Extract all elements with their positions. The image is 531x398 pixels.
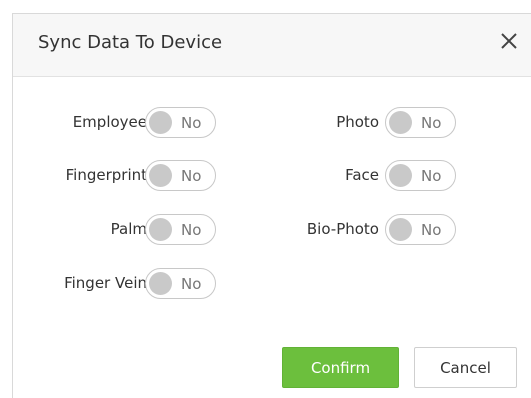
bio-photo-label: Bio-Photo — [306, 220, 379, 238]
photo-toggle[interactable]: No — [385, 107, 456, 138]
toggle-state: No — [181, 221, 202, 239]
toggle-state: No — [181, 275, 202, 293]
toggle-state: No — [421, 114, 442, 132]
fingerprint-label: Fingerprint — [65, 166, 147, 184]
finger-vein-toggle[interactable]: No — [145, 268, 216, 299]
toggle-state: No — [421, 221, 442, 239]
sync-data-dialog: Sync Data To Device Employee No Photo No… — [12, 13, 531, 398]
photo-label: Photo — [336, 113, 379, 131]
dialog-title: Sync Data To Device — [38, 32, 223, 53]
toggle-knob — [149, 111, 172, 134]
fingerprint-toggle[interactable]: No — [145, 160, 216, 191]
toggle-knob — [389, 218, 412, 241]
toggle-knob — [149, 272, 172, 295]
employee-toggle[interactable]: No — [145, 107, 216, 138]
toggle-knob — [149, 164, 172, 187]
bio-photo-toggle[interactable]: No — [385, 214, 456, 245]
toggle-knob — [149, 218, 172, 241]
toggle-knob — [389, 164, 412, 187]
toggle-state: No — [181, 167, 202, 185]
finger-vein-label: Finger Vein — [64, 274, 147, 292]
face-toggle[interactable]: No — [385, 160, 456, 191]
palm-toggle[interactable]: No — [145, 214, 216, 245]
toggle-state: No — [421, 167, 442, 185]
dialog-header: Sync Data To Device — [13, 14, 531, 77]
close-icon[interactable] — [498, 30, 520, 52]
palm-label: Palm — [110, 220, 147, 238]
face-label: Face — [345, 166, 379, 184]
confirm-button[interactable]: Confirm — [282, 347, 399, 388]
employee-label: Employee — [72, 113, 147, 131]
toggle-state: No — [181, 114, 202, 132]
toggle-knob — [389, 111, 412, 134]
cancel-button[interactable]: Cancel — [414, 347, 517, 388]
